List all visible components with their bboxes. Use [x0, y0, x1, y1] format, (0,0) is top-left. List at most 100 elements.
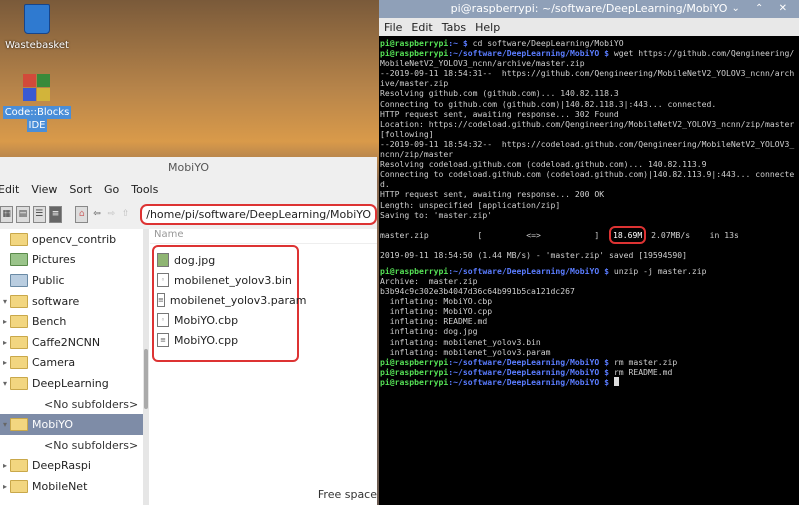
tree-item[interactable]: ▸ DeepRaspi: [0, 456, 143, 477]
file-name: MobiYO.cbp: [174, 313, 239, 327]
tree-item-label: Bench: [32, 315, 67, 329]
prompt-user: pi@raspberrypi: [380, 265, 449, 276]
terminal-line: pi@raspberrypi:~/software/DeepLearning/M…: [380, 357, 799, 367]
file-row[interactable]: dog.jpg: [157, 250, 297, 270]
folder-icon: [10, 315, 28, 329]
expand-arrow-icon[interactable]: ▾: [0, 297, 10, 306]
detailed-list-view-button[interactable]: ≡: [48, 205, 63, 223]
tree-item[interactable]: ▸ Bench: [0, 311, 143, 332]
file-name: mobilenet_yolov3.param: [169, 293, 307, 307]
terminal-line: 2019-09-11 18:54:50 (1.44 MB/s) - 'maste…: [380, 250, 799, 260]
text-file-icon: ≡: [157, 333, 169, 347]
file-row[interactable]: ≡ MobiYO.cpp: [157, 330, 297, 350]
tree-item[interactable]: Pictures: [0, 250, 143, 271]
terminal-line: HTTP request sent, awaiting response... …: [380, 189, 799, 199]
folder-icon: [10, 459, 28, 473]
up-arrow-icon[interactable]: ⇧: [120, 207, 131, 222]
menu-tools[interactable]: Tools: [129, 183, 160, 196]
tree-item[interactable]: ▾ DeepLearning: [0, 373, 143, 394]
terminal-line: Connecting to github.com (github.com)|14…: [380, 99, 799, 109]
folder-tree-scrollbar[interactable]: [143, 229, 149, 505]
tree-item[interactable]: <No subfolders>: [0, 435, 143, 456]
tree-item[interactable]: ▸ Caffe2NCNN: [0, 332, 143, 353]
file-row[interactable]: ◦ mobilenet_yolov3.bin: [157, 270, 297, 290]
column-header-name[interactable]: Name: [150, 229, 377, 244]
output-text: inflating: README.md: [380, 316, 488, 327]
file-row[interactable]: ≡ mobilenet_yolov3.param: [157, 290, 306, 310]
collapse-arrow-icon[interactable]: ▸: [0, 482, 10, 491]
collapse-arrow-icon[interactable]: ▸: [0, 358, 10, 367]
prompt-user: pi@raspberrypi: [380, 376, 449, 387]
text-cursor: [613, 376, 619, 386]
icon-view-button[interactable]: ▦: [0, 205, 14, 223]
tree-item-label: <No subfolders>: [44, 438, 139, 452]
terminal-line: Connecting to codeload.github.com (codel…: [380, 169, 799, 189]
codeblocks-icon: [23, 74, 51, 102]
home-icon[interactable]: ⌂: [75, 205, 89, 223]
collapse-arrow-icon[interactable]: ▸: [0, 317, 10, 326]
output-text: inflating: dog.jpg: [380, 326, 478, 337]
output-text: HTTP request sent, awaiting response... …: [380, 108, 619, 119]
menu-view[interactable]: View: [29, 183, 59, 196]
wastebasket-desktop-icon[interactable]: Wastebasket: [2, 4, 72, 51]
command-text: unzip -j master.zip: [609, 265, 707, 276]
expand-arrow-icon[interactable]: ▾: [0, 420, 10, 429]
downloaded-size: 18.69M: [609, 225, 647, 244]
terminal-line: HTTP request sent, awaiting response... …: [380, 109, 799, 119]
tree-item[interactable]: ▸ Camera: [0, 353, 143, 374]
menu-edit[interactable]: Edit: [0, 183, 21, 196]
scrollbar-thumb[interactable]: [144, 349, 148, 409]
terminal-output[interactable]: pi@raspberrypi:~ $ cd software/DeepLearn…: [379, 36, 799, 387]
menu-tabs[interactable]: Tabs: [442, 21, 466, 34]
tree-item[interactable]: Public: [0, 270, 143, 291]
output-text: inflating: MobiYO.cpp: [380, 306, 493, 317]
compact-view-button[interactable]: ☰: [32, 205, 46, 223]
collapse-arrow-icon[interactable]: ▸: [0, 338, 10, 347]
file-list: Name dog.jpg ◦ mobilenet_yolov3.bin ≡ mobile…: [150, 229, 377, 505]
output-text: Saving to: 'master.zip': [380, 209, 493, 220]
menu-go[interactable]: Go: [102, 183, 121, 196]
tree-item-label: Pictures: [32, 253, 76, 267]
tree-item[interactable]: <No subfolders>: [0, 394, 143, 415]
tree-item[interactable]: opencv_contrib: [0, 229, 143, 250]
terminal-line: --2019-09-11 18:54:32-- https://codeload…: [380, 139, 799, 159]
terminal-line: inflating: MobiYO.cpp: [380, 306, 799, 316]
menu-edit[interactable]: Edit: [411, 21, 432, 34]
menu-sort[interactable]: Sort: [67, 183, 94, 196]
output-text: Connecting to codeload.github.com (codel…: [380, 169, 795, 190]
prompt-path: :~/software/DeepLearning/MobiYO $: [448, 366, 610, 377]
output-text: --2019-09-11 18:54:32-- https://codeload…: [380, 138, 795, 160]
output-text: Resolving github.com (github.com)... 140…: [380, 88, 619, 99]
output-text: Resolving codeload.github.com (codeload.…: [380, 159, 707, 170]
codeblocks-desktop-icon[interactable]: Code::Blocks IDE: [2, 74, 72, 132]
file-row[interactable]: ◦ MobiYO.cbp: [157, 310, 297, 330]
menu-help[interactable]: Help: [475, 21, 500, 34]
folder-icon: [10, 335, 28, 349]
download-filename: master.zip: [380, 229, 429, 240]
window-controls[interactable]: ⌄ ⌃ ✕: [732, 0, 794, 18]
thumbnail-view-button[interactable]: ▤: [16, 205, 30, 223]
folder-icon: [10, 232, 28, 246]
terminal-line: pi@raspberrypi:~/software/DeepLearning/M…: [380, 48, 799, 68]
forward-arrow-icon[interactable]: ⇨: [106, 207, 117, 222]
collapse-arrow-icon[interactable]: ▸: [0, 461, 10, 470]
terminal-line: pi@raspberrypi:~/software/DeepLearning/M…: [380, 367, 799, 377]
terminal-line: inflating: MobiYO.cbp: [380, 296, 799, 306]
tree-item-label: DeepLearning: [32, 376, 109, 390]
tree-item[interactable]: ▾ MobiYO: [0, 414, 143, 435]
prompt-path: :~/software/DeepLearning/MobiYO $: [448, 356, 610, 367]
menu-file[interactable]: File: [384, 21, 402, 34]
back-arrow-icon[interactable]: ⇦: [91, 207, 102, 222]
codeblocks-label-line1: Code::Blocks: [2, 106, 72, 119]
path-bar-input[interactable]: /home/pi/software/DeepLearning/MobiYO: [140, 203, 377, 225]
tree-item[interactable]: ▸ MobileNet: [0, 476, 143, 497]
output-text: Connecting to github.com (github.com)|14…: [380, 98, 717, 109]
expand-arrow-icon[interactable]: ▾: [0, 379, 10, 388]
tree-item-label: Caffe2NCNN: [32, 335, 101, 349]
terminal-line: pi@raspberrypi:~/software/DeepLearning/M…: [380, 266, 799, 276]
terminal-titlebar: pi@raspberrypi: ~/software/DeepLearning/…: [379, 0, 799, 18]
output-text: Location: https://codeload.github.com/Qe…: [380, 118, 799, 139]
tree-item[interactable]: ▾ software: [0, 291, 143, 312]
terminal-line: inflating: mobilenet_yolov3.bin: [380, 337, 799, 347]
folder-icon: [10, 273, 28, 287]
